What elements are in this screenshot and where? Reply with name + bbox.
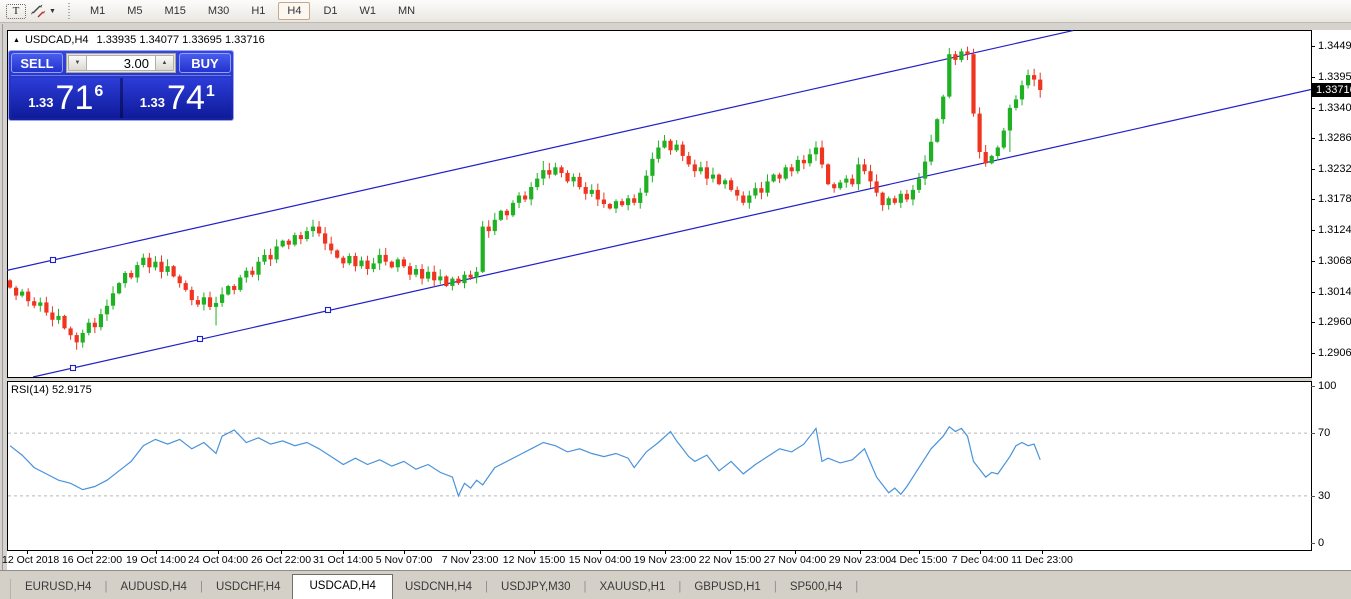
sell-price-prefix: 1.33: [28, 95, 53, 110]
chart-tab-usdchf-h4[interactable]: USDCHF,H4: [204, 577, 293, 599]
volume-decrease-button[interactable]: ▼: [68, 55, 87, 71]
channel-handle[interactable]: [326, 308, 331, 313]
price-axis-tick: [1311, 322, 1315, 323]
price-axis-tick: [1311, 292, 1315, 293]
price-axis-label: 1.31780: [1318, 193, 1351, 205]
top-toolbar: T ▼ M1M5 M15M30H1H4D1 W1MN: [0, 0, 1351, 23]
rsi-axis-label: 100: [1318, 380, 1336, 392]
tab-separator: |: [854, 581, 859, 599]
arrow-style-tool-button[interactable]: ▼: [30, 2, 56, 20]
mt4-terminal-window: T ▼ M1M5 M15M30H1H4D1 W1MN ▲ USDCAD,H4 1.339…: [0, 0, 1351, 599]
chart-tab-gbpusd-h1[interactable]: GBPUSD,H1: [682, 577, 772, 599]
timeframe-button-d1[interactable]: D1: [314, 2, 346, 20]
price-axis-label: 1.29065: [1318, 347, 1351, 359]
rsi-axis-tick: [1311, 386, 1315, 387]
price-axis-label: 1.31240: [1318, 224, 1351, 236]
timeframe-button-m15[interactable]: M15: [156, 2, 195, 20]
price-axis-label: 1.33400: [1318, 102, 1351, 114]
rsi-axis-label: 30: [1318, 490, 1330, 502]
volume-increase-button[interactable]: ▲: [155, 55, 174, 71]
rsi-axis-tick: [1311, 433, 1315, 434]
dropdown-caret-icon: ▼: [49, 8, 56, 15]
chart-tab-usdjpy-m30[interactable]: USDJPY,M30: [489, 577, 582, 599]
chart-tabs-bar: EURUSD,H4|AUDUSD,H4|USDCHF,H4USDCAD,H4US…: [0, 571, 1351, 599]
sell-price-pips: 71: [56, 83, 94, 113]
buy-price-quote[interactable]: 1.33 74 1: [123, 78, 232, 118]
channel-handle[interactable]: [51, 258, 56, 263]
channel-handle[interactable]: [198, 337, 203, 342]
price-axis-tick: [1311, 199, 1315, 200]
rsi-axis-label: 0: [1318, 537, 1324, 549]
price-axis-label: 1.29605: [1318, 316, 1351, 328]
price-axis-tick: [1311, 261, 1315, 262]
buy-price-pips: 74: [167, 83, 205, 113]
rsi-line: [10, 427, 1040, 496]
window-left-edge: [2, 24, 3, 597]
price-axis-label: 1.30145: [1318, 286, 1351, 298]
collapse-triangle-icon[interactable]: ▲: [13, 37, 20, 44]
current-price-tag: 1.33716: [1312, 83, 1351, 97]
rsi-axis-tick: [1311, 543, 1315, 544]
volume-spinner: ▼ 3.00 ▲: [66, 53, 176, 73]
price-axis-label: 1.32320: [1318, 163, 1351, 175]
timeframe-button-m5[interactable]: M5: [118, 2, 151, 20]
timeframe-button-m1[interactable]: M1: [81, 2, 114, 20]
channel-handle[interactable]: [71, 366, 76, 371]
chart-tab-usdcad-h4[interactable]: USDCAD,H4: [292, 574, 392, 599]
chart-tab-usdcnh-h4[interactable]: USDCNH,H4: [393, 577, 484, 599]
text-tool-button[interactable]: T: [6, 4, 26, 19]
timeframe-button-h1[interactable]: H1: [242, 2, 274, 20]
rsi-chart[interactable]: [7, 381, 1311, 550]
price-axis-tick: [1311, 77, 1315, 78]
chart-ohlc-values: 1.33935 1.34077 1.33695 1.33716: [97, 34, 265, 46]
arrows-icon: [30, 4, 46, 18]
volume-input[interactable]: 3.00: [87, 55, 155, 71]
sell-button[interactable]: SELL: [11, 53, 63, 73]
price-axis-label: 1.32860: [1318, 132, 1351, 144]
date-axis-label: 11 Dec 23:00: [1000, 554, 1084, 566]
trade-panel-separator: [11, 75, 231, 76]
timeframe-button-mn[interactable]: MN: [389, 2, 424, 20]
sell-price-quote[interactable]: 1.33 71 6: [11, 78, 120, 118]
rsi-axis-label: 70: [1318, 427, 1330, 439]
price-axis-tick: [1311, 46, 1315, 47]
timeframe-button-w1[interactable]: W1: [351, 2, 386, 20]
channel-lower-line[interactable]: [33, 90, 1311, 378]
chart-tab-eurusd-h4[interactable]: EURUSD,H4: [13, 577, 103, 599]
buy-button[interactable]: BUY: [179, 53, 231, 73]
timeframe-buttons: M1M5 M15M30H1H4D1 W1MN: [79, 2, 426, 20]
toolbar-grip[interactable]: [68, 3, 73, 19]
rsi-label: RSI(14) 52.9175: [11, 384, 92, 396]
chart-tab-audusd-h4[interactable]: AUDUSD,H4: [108, 577, 198, 599]
chart-tab-xauusd-h1[interactable]: XAUUSD,H1: [588, 577, 678, 599]
chart-symbol-timeframe: USDCAD,H4: [25, 34, 89, 46]
chart-tab-sp500-h4[interactable]: SP500,H4: [778, 577, 854, 599]
timeframe-button-m30[interactable]: M30: [199, 2, 238, 20]
price-axis-tick: [1311, 353, 1315, 354]
buy-price-point: 1: [206, 83, 215, 101]
price-axis-label: 1.33955: [1318, 71, 1351, 83]
price-axis-tick: [1311, 169, 1315, 170]
price-axis-tick: [1311, 138, 1315, 139]
price-axis-tick: [1311, 230, 1315, 231]
sell-price-point: 6: [94, 83, 103, 101]
buy-price-prefix: 1.33: [140, 95, 165, 110]
price-axis-label: 1.34495: [1318, 40, 1351, 52]
price-axis-tick: [1311, 108, 1315, 109]
one-click-trade-panel: SELL ▼ 3.00 ▲ BUY 1.33 71 6 1.33 74 1: [8, 50, 234, 121]
timeframe-button-h4[interactable]: H4: [278, 2, 310, 20]
chart-title: ▲ USDCAD,H4 1.33935 1.34077 1.33695 1.3371…: [13, 34, 265, 46]
price-axis-label: 1.30685: [1318, 255, 1351, 267]
rsi-axis-tick: [1311, 496, 1315, 497]
tabbar-edge: [0, 579, 11, 599]
